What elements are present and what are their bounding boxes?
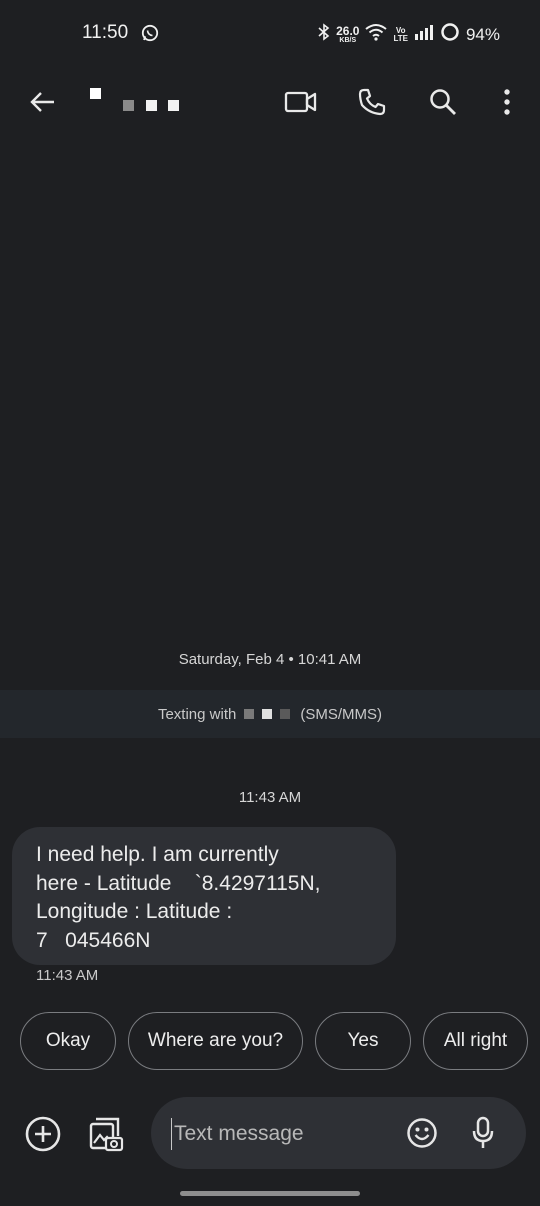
incoming-message-bubble[interactable]: I need help. I am currently here - Latit… [12,827,396,965]
more-vertical-icon [504,89,510,115]
search-button[interactable] [426,85,460,119]
video-call-button[interactable] [284,85,318,119]
whatsapp-icon [141,24,159,47]
redacted-block [244,709,255,719]
gesture-navigation-handle[interactable] [180,1191,360,1196]
bluetooth-icon [318,23,330,46]
texting-suffix: (SMS/MMS) [300,705,383,723]
back-button[interactable] [25,85,59,119]
volte-indicator: Vo LTE [393,25,408,43]
emoji-button[interactable] [403,1114,441,1152]
redacted-block [262,709,273,719]
status-time: 11:50 [82,22,129,43]
plus-circle-icon [25,1116,61,1152]
smart-reply-chip[interactable]: All right [423,1012,528,1070]
microphone-icon [472,1116,494,1148]
message-line: here - Latitude `8.4297115N, [36,871,321,895]
message-line: Longitude : Latitude : [36,900,233,923]
message-time-header: 11:43 AM [238,789,302,806]
signal-icon [414,24,434,45]
status-indicators: 26.0 KB/S Vo LTE 94% [318,22,500,47]
message-timestamp: 11:43 AM [36,967,99,984]
network-speed: 26.0 KB/S [336,24,360,44]
call-button[interactable] [355,85,389,119]
voice-input-button[interactable] [465,1114,501,1152]
message-line: 7 045466N [36,928,151,952]
smart-reply-chip[interactable]: Where are you? [128,1012,303,1070]
texting-prefix: Texting with [157,705,237,723]
video-camera-icon [284,91,317,113]
emoji-icon [407,1118,437,1148]
smart-reply-chip[interactable]: Okay [20,1012,116,1070]
compose-box [151,1097,526,1169]
smart-reply-chip[interactable]: Yes [315,1012,411,1070]
arrow-left-icon [30,92,54,112]
date-divider: Saturday, Feb 4 • 10:41 AM [178,651,362,668]
message-line: I need help. I am currently [36,843,279,866]
text-message-input[interactable] [171,1118,396,1150]
texting-with-banner: Texting with (SMS/MMS) [0,690,540,738]
more-options-button[interactable] [490,85,524,119]
redacted-block [280,709,291,719]
wifi-icon [365,23,388,46]
battery-ring-icon [440,22,460,47]
phone-icon [358,88,386,116]
add-attachment-button[interactable] [21,1112,65,1156]
gallery-icon [89,1117,124,1152]
search-icon [430,89,456,115]
contact-name-redacted[interactable] [90,88,190,116]
battery-percentage: 94% [465,24,500,44]
gallery-button[interactable] [84,1112,128,1156]
